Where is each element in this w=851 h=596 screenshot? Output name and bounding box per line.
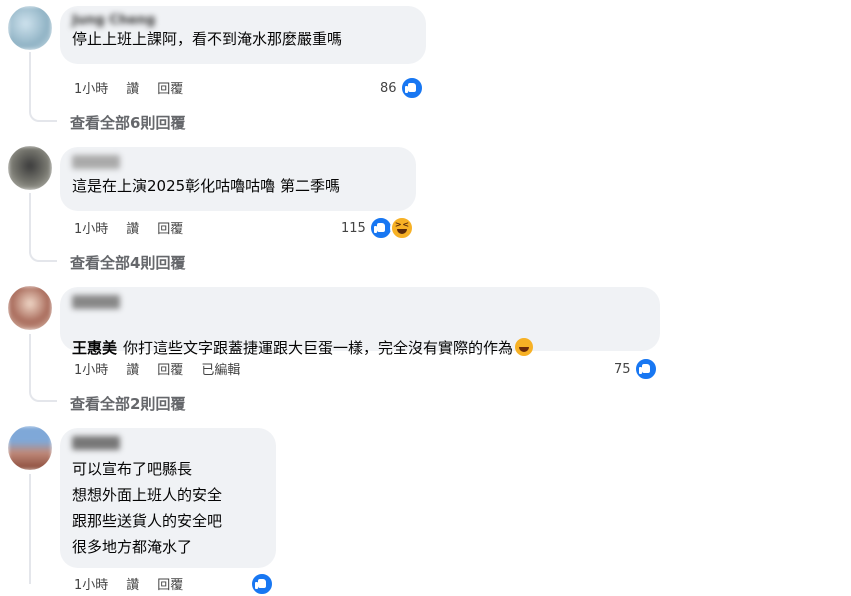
comment-actions: 1小時 讚 回覆 — [74, 78, 183, 97]
comment-time[interactable]: 1小時 — [74, 359, 108, 378]
comment-bubble: 這是在上演2025彰化咕嚕咕嚕 第二季嗎 — [60, 147, 416, 211]
reply-button[interactable]: 回覆 — [157, 78, 183, 97]
thread-elbow — [29, 390, 57, 402]
comment-text: 這是在上演2025彰化咕嚕咕嚕 第二季嗎 — [72, 177, 340, 195]
comment-actions: 1小時 讚 回覆 已編輯 — [74, 359, 240, 378]
avatar[interactable] — [8, 6, 52, 50]
comment-author[interactable] — [72, 155, 120, 169]
reaction-summary[interactable]: 75 — [614, 357, 658, 381]
comment-author[interactable] — [72, 436, 120, 450]
thread-elbow — [29, 110, 57, 122]
mentioned-user-tag[interactable]: 王惠美 — [72, 339, 117, 357]
reaction-count: 75 — [614, 361, 631, 377]
like-button[interactable]: 讚 — [126, 574, 139, 593]
avatar[interactable] — [8, 286, 52, 330]
view-replies-link[interactable]: 查看全部6則回覆 — [70, 112, 185, 133]
view-replies-link[interactable]: 查看全部2則回覆 — [70, 393, 185, 414]
comment-author[interactable]: Jung Cheng — [72, 14, 414, 28]
comment-bubble: Jung Cheng 停止上班上課阿，看不到淹水那麼嚴重嗎 — [60, 6, 426, 64]
thread-elbow — [29, 250, 57, 262]
reaction-summary[interactable]: 115 — [341, 216, 414, 240]
comment-time[interactable]: 1小時 — [74, 574, 108, 593]
avatar[interactable] — [8, 146, 52, 190]
comment-text: 你打這些文字跟蓋捷運跟大巨蛋一樣，完全沒有實際的作為 — [123, 339, 514, 357]
comment-time[interactable]: 1小時 — [74, 78, 108, 97]
reply-button[interactable]: 回覆 — [157, 218, 183, 237]
thread-line — [29, 193, 31, 252]
comment-time[interactable]: 1小時 — [74, 218, 108, 237]
view-replies-link[interactable]: 查看全部4則回覆 — [70, 252, 185, 273]
reaction-count: 115 — [341, 220, 366, 236]
comment-actions: 1小時 讚 回覆 — [74, 574, 183, 593]
thread-line — [29, 334, 31, 392]
reaction-count: 86 — [380, 80, 397, 96]
reaction-summary[interactable] — [250, 572, 274, 596]
laughing-emoji-icon — [515, 338, 534, 356]
like-icon — [399, 76, 424, 100]
comment-text-line: 王惠美 你打這些文字跟蓋捷運跟大巨蛋一樣，完全沒有實際的作為 — [72, 315, 648, 359]
like-icon — [633, 357, 658, 381]
comment-text: 可以宣布了吧縣長 想想外面上班人的安全 跟那些送貨人的安全吧 很多地方都淹水了 — [72, 460, 223, 556]
like-icon — [250, 572, 274, 596]
reply-button[interactable]: 回覆 — [157, 574, 183, 593]
comment-bubble: 王惠美 你打這些文字跟蓋捷運跟大巨蛋一樣，完全沒有實際的作為 — [60, 287, 660, 357]
like-button[interactable]: 讚 — [126, 359, 139, 378]
thread-line — [29, 52, 31, 112]
haha-icon — [389, 216, 414, 240]
reply-button[interactable]: 回覆 — [157, 359, 183, 378]
like-button[interactable]: 讚 — [126, 78, 139, 97]
comment-bubble: 可以宣布了吧縣長 想想外面上班人的安全 跟那些送貨人的安全吧 很多地方都淹水了 — [60, 428, 276, 568]
avatar[interactable] — [8, 426, 52, 470]
comment-text: 停止上班上課阿，看不到淹水那麼嚴重嗎 — [72, 30, 343, 48]
comment-author[interactable] — [72, 295, 120, 309]
reaction-summary[interactable]: 86 — [380, 76, 424, 100]
thread-line — [29, 474, 31, 584]
like-button[interactable]: 讚 — [126, 218, 139, 237]
comment-actions: 1小時 讚 回覆 — [74, 218, 183, 237]
edited-label[interactable]: 已編輯 — [201, 359, 240, 378]
